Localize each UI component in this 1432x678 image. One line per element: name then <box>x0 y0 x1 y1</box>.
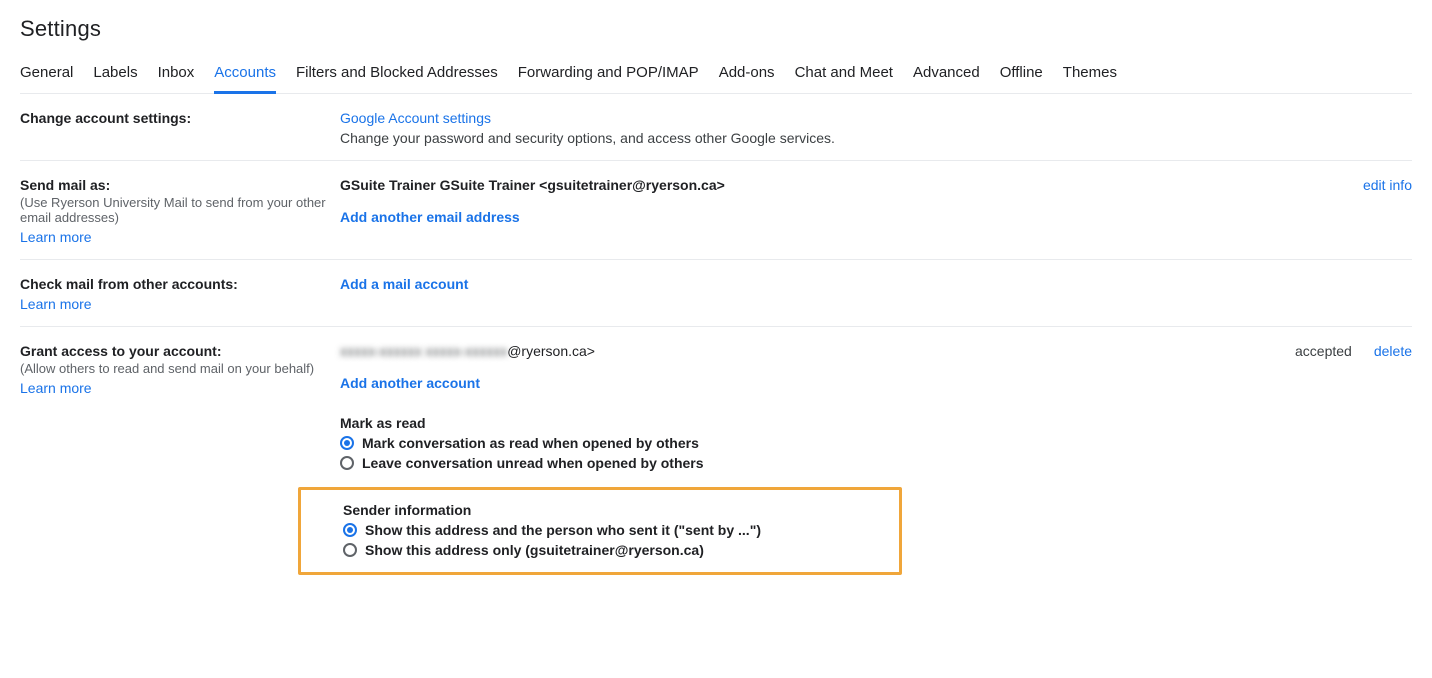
mark-read-option-1-label: Mark conversation as read when opened by… <box>362 435 699 451</box>
add-mail-account-link[interactable]: Add a mail account <box>340 276 468 292</box>
check-mail-label: Check mail from other accounts: <box>20 276 330 292</box>
add-another-email-link[interactable]: Add another email address <box>340 209 520 225</box>
sender-info-heading: Sender information <box>343 502 883 518</box>
sender-option-1-label: Show this address and the person who sen… <box>365 522 761 538</box>
delegate-row: xxxxx-xxxxxx xxxxx-xxxxxx@ryerson.ca> <box>340 343 1295 359</box>
tab-themes[interactable]: Themes <box>1063 56 1117 93</box>
section-send-mail-as: Send mail as: (Use Ryerson University Ma… <box>20 161 1412 260</box>
grant-access-sub: (Allow others to read and send mail on y… <box>20 361 330 376</box>
check-mail-learn-more-link[interactable]: Learn more <box>20 296 92 312</box>
tabs-bar: General Labels Inbox Accounts Filters an… <box>20 56 1412 94</box>
section-grant-access: Grant access to your account: (Allow oth… <box>20 327 1412 589</box>
change-account-desc: Change your password and security option… <box>340 130 1412 146</box>
tab-labels[interactable]: Labels <box>93 56 137 93</box>
tab-accounts[interactable]: Accounts <box>214 56 276 94</box>
radio-icon <box>340 436 354 450</box>
grant-access-label: Grant access to your account: <box>20 343 330 359</box>
tab-forwarding[interactable]: Forwarding and POP/IMAP <box>518 56 699 93</box>
send-mail-as-label: Send mail as: <box>20 177 330 193</box>
send-mail-as-sub: (Use Ryerson University Mail to send fro… <box>20 195 330 225</box>
section-check-mail: Check mail from other accounts: Learn mo… <box>20 260 1412 327</box>
send-mail-as-learn-more-link[interactable]: Learn more <box>20 229 92 245</box>
radio-icon <box>343 523 357 537</box>
mark-read-option-2-row[interactable]: Leave conversation unread when opened by… <box>340 455 1412 471</box>
mark-read-option-1-row[interactable]: Mark conversation as read when opened by… <box>340 435 1412 451</box>
sender-option-1-row[interactable]: Show this address and the person who sen… <box>343 522 883 538</box>
mark-as-read-heading: Mark as read <box>340 415 1412 431</box>
page-title: Settings <box>20 0 1412 56</box>
mark-read-option-2-label: Leave conversation unread when opened by… <box>362 455 704 471</box>
delegate-status: accepted <box>1295 343 1352 359</box>
delegate-name-blurred: xxxxx-xxxxxx xxxxx-xxxxxx <box>340 343 507 359</box>
tab-general[interactable]: General <box>20 56 73 93</box>
change-account-label: Change account settings: <box>20 110 330 126</box>
google-account-settings-link[interactable]: Google Account settings <box>340 110 491 126</box>
sender-option-2-label: Show this address only (gsuitetrainer@ry… <box>365 542 704 558</box>
edit-info-link[interactable]: edit info <box>1363 177 1412 193</box>
add-another-account-link[interactable]: Add another account <box>340 375 480 391</box>
radio-icon <box>340 456 354 470</box>
radio-icon <box>343 543 357 557</box>
tab-advanced[interactable]: Advanced <box>913 56 980 93</box>
tab-inbox[interactable]: Inbox <box>158 56 195 93</box>
sender-option-2-row[interactable]: Show this address only (gsuitetrainer@ry… <box>343 542 883 558</box>
delete-delegate-link[interactable]: delete <box>1374 343 1412 359</box>
tab-addons[interactable]: Add-ons <box>719 56 775 93</box>
tab-chat[interactable]: Chat and Meet <box>795 56 893 93</box>
send-mail-identity: GSuite Trainer GSuite Trainer <gsuitetra… <box>340 177 1363 193</box>
delegate-suffix: @ryerson.ca> <box>507 343 595 359</box>
sender-info-highlight: Sender information Show this address and… <box>298 487 902 575</box>
tab-filters[interactable]: Filters and Blocked Addresses <box>296 56 498 93</box>
grant-access-learn-more-link[interactable]: Learn more <box>20 380 92 396</box>
tab-offline[interactable]: Offline <box>1000 56 1043 93</box>
section-change-account: Change account settings: Google Account … <box>20 94 1412 161</box>
